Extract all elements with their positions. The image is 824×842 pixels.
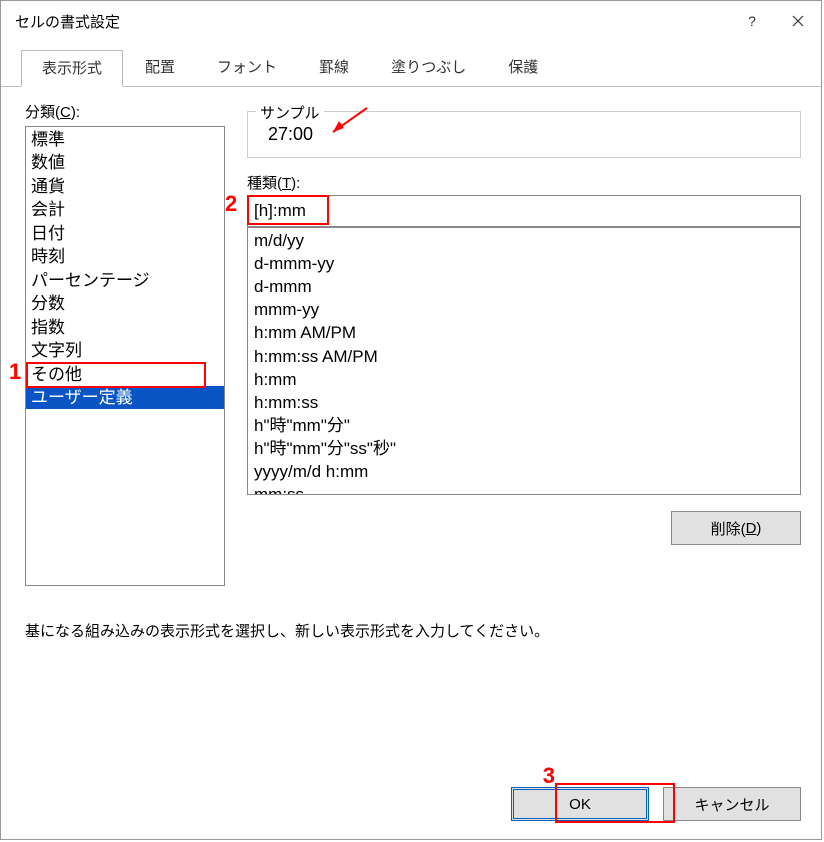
- category-item[interactable]: 日付: [26, 222, 224, 245]
- sample-box: サンプル 27:00: [247, 111, 801, 158]
- type-label-post: ):: [291, 175, 300, 192]
- category-item[interactable]: 通貨: [26, 175, 224, 198]
- delete-button-post: ): [756, 520, 761, 537]
- category-column: 分類(C): 標準数値通貨会計日付時刻パーセンテージ分数指数文字列その他ユーザー…: [25, 101, 225, 586]
- delete-button-pre: 削除(: [711, 518, 746, 539]
- tab-font[interactable]: フォント: [197, 50, 297, 87]
- content-columns: 分類(C): 標準数値通貨会計日付時刻パーセンテージ分数指数文字列その他ユーザー…: [25, 101, 801, 586]
- category-label-post: ):: [71, 104, 80, 121]
- category-label-key: C: [60, 104, 71, 121]
- hint-text: 基になる組み込みの表示形式を選択し、新しい表示形式を入力してください。: [25, 620, 801, 641]
- annotation-1-number: 1: [9, 359, 21, 385]
- type-input[interactable]: [h]:mm: [247, 195, 801, 227]
- delete-button[interactable]: 削除(D): [671, 511, 801, 545]
- tab-fill[interactable]: 塗りつぶし: [371, 50, 486, 87]
- format-list[interactable]: m/d/yyd-mmm-yyd-mmmmmm-yyh:mm AM/PMh:mm:…: [247, 227, 801, 495]
- tabstrip: 表示形式 配置 フォント 罫線 塗りつぶし 保護: [1, 41, 821, 87]
- format-cells-dialog: セルの書式設定 ? 表示形式 配置 フォント 罫線 塗りつぶし 保護 分類(C)…: [0, 0, 822, 840]
- tab-alignment[interactable]: 配置: [125, 50, 195, 87]
- category-item[interactable]: 文字列: [26, 339, 224, 362]
- format-item[interactable]: h:mm AM/PM: [248, 321, 800, 344]
- delete-button-key: D: [746, 520, 757, 537]
- format-item[interactable]: h:mm: [248, 368, 800, 391]
- help-button[interactable]: ?: [729, 6, 775, 36]
- category-item[interactable]: 会計: [26, 198, 224, 221]
- format-item[interactable]: mmm-yy: [248, 298, 800, 321]
- format-item[interactable]: h"時"mm"分"ss"秒": [248, 437, 800, 460]
- category-item[interactable]: 数値: [26, 151, 224, 174]
- category-item[interactable]: ユーザー定義: [26, 386, 224, 409]
- format-item[interactable]: h"時"mm"分": [248, 414, 800, 437]
- category-item[interactable]: その他: [26, 363, 224, 386]
- format-item[interactable]: d-mmm: [248, 275, 800, 298]
- format-item[interactable]: h:mm:ss: [248, 391, 800, 414]
- right-button-row: 削除(D): [247, 511, 801, 545]
- window-title: セルの書式設定: [15, 11, 729, 32]
- tab-number-format[interactable]: 表示形式: [21, 50, 123, 87]
- format-item[interactable]: mm:ss: [248, 483, 800, 495]
- annotation-2-number: 2: [225, 191, 237, 217]
- format-item[interactable]: h:mm:ss AM/PM: [248, 345, 800, 368]
- sample-value: 27:00: [262, 124, 788, 145]
- category-item[interactable]: 標準: [26, 128, 224, 151]
- close-icon: [792, 15, 804, 27]
- tab-protection[interactable]: 保護: [488, 50, 558, 87]
- format-item[interactable]: yyyy/m/d h:mm: [248, 460, 800, 483]
- category-label-pre: 分類(: [25, 104, 60, 121]
- tab-border[interactable]: 罫線: [299, 50, 369, 87]
- category-item[interactable]: 分数: [26, 292, 224, 315]
- titlebar: セルの書式設定 ?: [1, 1, 821, 41]
- format-item[interactable]: d-mmm-yy: [248, 252, 800, 275]
- category-list[interactable]: 標準数値通貨会計日付時刻パーセンテージ分数指数文字列その他ユーザー定義: [25, 126, 225, 586]
- category-item[interactable]: 指数: [26, 316, 224, 339]
- type-label-key: T: [282, 175, 291, 192]
- details-column: サンプル 27:00 種類(T): [h]:mm 2: [247, 101, 801, 586]
- format-item[interactable]: m/d/yy: [248, 229, 800, 252]
- sample-legend: サンプル: [256, 102, 324, 123]
- close-button[interactable]: [775, 6, 821, 36]
- dialog-footer: OK キャンセル 3: [1, 773, 821, 839]
- type-label: 種類(T):: [247, 172, 801, 193]
- tab-content: 分類(C): 標準数値通貨会計日付時刻パーセンテージ分数指数文字列その他ユーザー…: [1, 87, 821, 773]
- cancel-button[interactable]: キャンセル: [663, 787, 801, 821]
- category-item[interactable]: パーセンテージ: [26, 269, 224, 292]
- type-label-pre: 種類(: [247, 175, 282, 192]
- category-label: 分類(C):: [25, 101, 225, 122]
- category-item[interactable]: 時刻: [26, 245, 224, 268]
- ok-button[interactable]: OK: [511, 787, 649, 821]
